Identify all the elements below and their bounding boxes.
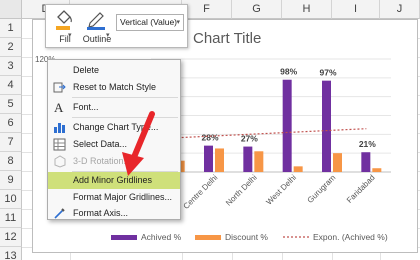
chart-title[interactable]: Chart Title — [193, 30, 261, 47]
reset-style-icon — [53, 82, 66, 93]
row-header-6[interactable]: 6 — [0, 114, 22, 133]
fill-label: Fill — [59, 34, 71, 44]
row-header-12[interactable]: 12 — [0, 228, 22, 247]
menu-item-change-chart-type[interactable]: Change Chart Type... — [48, 119, 180, 136]
row-header-9[interactable]: 9 — [0, 171, 22, 190]
outline-button[interactable]: Outline — [80, 8, 114, 46]
trendline — [169, 128, 367, 139]
bar-discount — [333, 153, 342, 172]
chevron-down-icon: ▾ — [176, 19, 180, 26]
bar-discount — [372, 168, 382, 172]
red-pointer-arrow-icon — [122, 111, 155, 176]
font-icon: A — [54, 101, 64, 114]
bar-discount — [293, 166, 303, 172]
data-label: 98% — [280, 67, 297, 77]
data-label: 28% — [201, 133, 218, 143]
paint-bucket-icon — [56, 10, 72, 30]
menu-item-reset-to-match-style[interactable]: Reset to Match Style — [48, 79, 180, 96]
menu-item-label: Font... — [73, 102, 99, 112]
menu-separator — [72, 97, 178, 98]
menu-item-format-axis[interactable]: Format Axis... — [48, 205, 180, 222]
menu-item-format-major-gridlines[interactable]: Format Major Gridlines... — [48, 189, 180, 206]
row-header-11[interactable]: 11 — [0, 209, 22, 228]
bar-achived — [361, 152, 371, 172]
select-all-corner[interactable] — [0, 0, 22, 19]
x-tick-label: West Delhi — [264, 173, 298, 207]
pen-icon — [87, 12, 105, 30]
rotation-3d-icon — [54, 155, 66, 168]
column-header-j[interactable]: J — [380, 0, 420, 19]
row-header-2[interactable]: 2 — [0, 38, 22, 57]
column-header-h[interactable]: H — [282, 0, 332, 19]
fill-dropdown-chevron-icon[interactable]: ▾ — [68, 31, 72, 39]
format-mini-toolbar: Fill ▾ Outline ▾ Vertical (Value) ▾ — [45, 4, 188, 48]
legend-label: Expon. (Achived %) — [313, 232, 388, 242]
outline-dropdown-chevron-icon[interactable]: ▾ — [106, 31, 110, 39]
menu-item-label: Delete — [73, 65, 100, 75]
svg-text:A: A — [54, 101, 64, 114]
row-header-3[interactable]: 3 — [0, 57, 22, 76]
menu-item-label: Format Axis... — [73, 208, 129, 218]
legend-label: Achived % — [141, 232, 182, 242]
x-tick-label: Gurugram — [306, 173, 338, 205]
x-tick-label: Centre Delhi — [182, 173, 220, 211]
menu-item-3d-rotation: 3-D Rotation... — [48, 153, 180, 170]
chart-type-icon — [54, 123, 65, 133]
menu-item-select-data[interactable]: Select Data... — [48, 136, 180, 153]
format-axis-icon — [54, 208, 65, 219]
row-header-7[interactable]: 7 — [0, 133, 22, 152]
data-label: 21% — [359, 139, 376, 149]
data-label: 97% — [319, 68, 336, 78]
fill-button[interactable]: Fill — [50, 8, 80, 46]
bar-achived — [204, 145, 213, 172]
bar-discount — [254, 151, 264, 172]
menu-item-delete[interactable]: Delete — [48, 62, 180, 79]
legend-swatch-achived — [111, 235, 137, 240]
row-header-5[interactable]: 5 — [0, 95, 22, 114]
legend-swatch-discount — [195, 235, 221, 240]
chart-element-select-value: Vertical (Value) — [120, 17, 178, 27]
legend-label: Discount % — [225, 232, 268, 242]
context-menu: Delete Reset to Match Style A Font... Ch… — [47, 59, 181, 220]
row-header-1[interactable]: 1 — [0, 19, 22, 38]
menu-item-add-minor-gridlines[interactable]: Add Minor Gridlines — [48, 172, 180, 189]
row-header-13[interactable]: 13 — [0, 247, 22, 260]
column-header-g[interactable]: G — [232, 0, 282, 19]
x-tick-label: Faridabad — [345, 173, 377, 205]
menu-item-label: Format Major Gridlines... — [73, 192, 173, 202]
menu-item-font[interactable]: A Font... — [48, 99, 180, 116]
x-tick-label: North Delhi — [224, 173, 259, 208]
chart-element-select[interactable]: Vertical (Value) ▾ — [116, 14, 184, 31]
row-header-8[interactable]: 8 — [0, 152, 22, 171]
menu-item-label: Reset to Match Style — [73, 82, 157, 92]
column-header-i[interactable]: I — [332, 0, 380, 19]
bar-achived — [282, 79, 292, 172]
column-header-f[interactable]: F — [182, 0, 232, 19]
bar-discount — [215, 148, 224, 172]
row-header-4[interactable]: 4 — [0, 76, 22, 95]
bar-achived — [322, 80, 331, 172]
bar-achived — [243, 146, 253, 172]
select-data-icon — [53, 138, 66, 151]
row-header-10[interactable]: 10 — [0, 190, 22, 209]
